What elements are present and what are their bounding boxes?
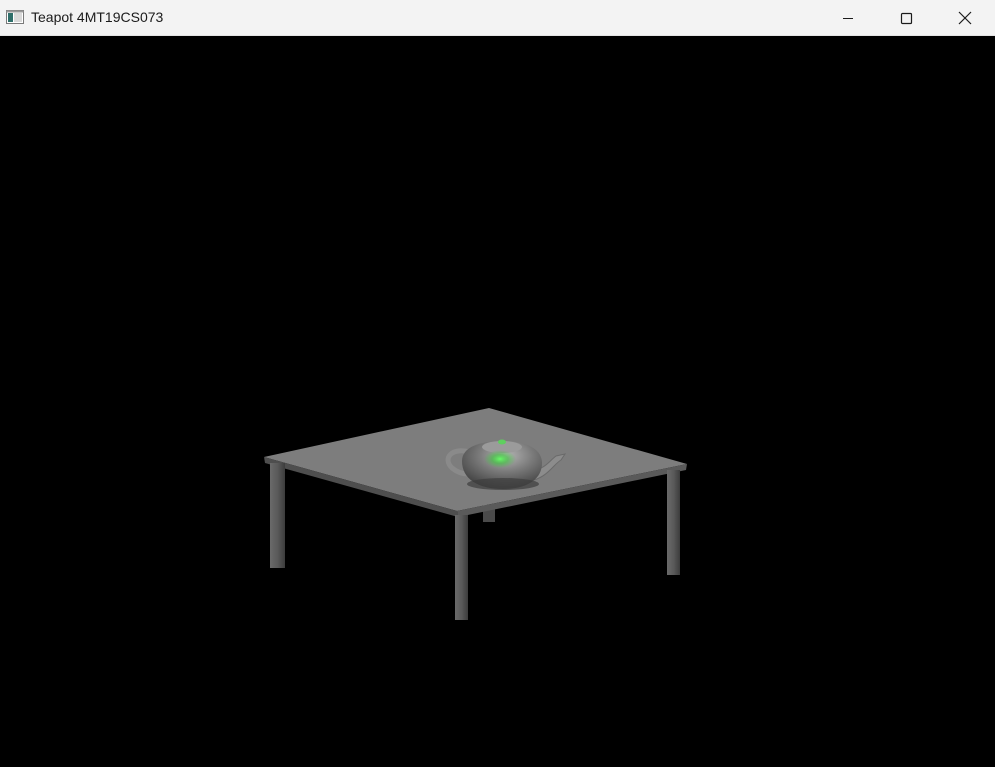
app-window: Teapot 4MT19CS073	[0, 0, 995, 767]
teapot-highlight	[484, 450, 516, 468]
table-leg-left	[270, 463, 285, 568]
table-leg-front	[455, 515, 468, 620]
title-bar[interactable]: Teapot 4MT19CS073	[0, 0, 995, 36]
render-viewport[interactable]	[0, 37, 995, 767]
window-title: Teapot 4MT19CS073	[31, 9, 164, 25]
minimize-icon	[842, 12, 854, 24]
table-leg-right	[667, 470, 680, 575]
minimize-button[interactable]	[819, 0, 877, 36]
table	[264, 408, 687, 620]
maximize-button[interactable]	[877, 0, 935, 36]
close-button[interactable]	[936, 0, 994, 36]
teapot-knob	[498, 439, 506, 445]
maximize-icon	[900, 12, 913, 25]
close-icon	[958, 11, 972, 25]
scene-canvas	[264, 408, 687, 620]
app-icon	[6, 10, 24, 24]
